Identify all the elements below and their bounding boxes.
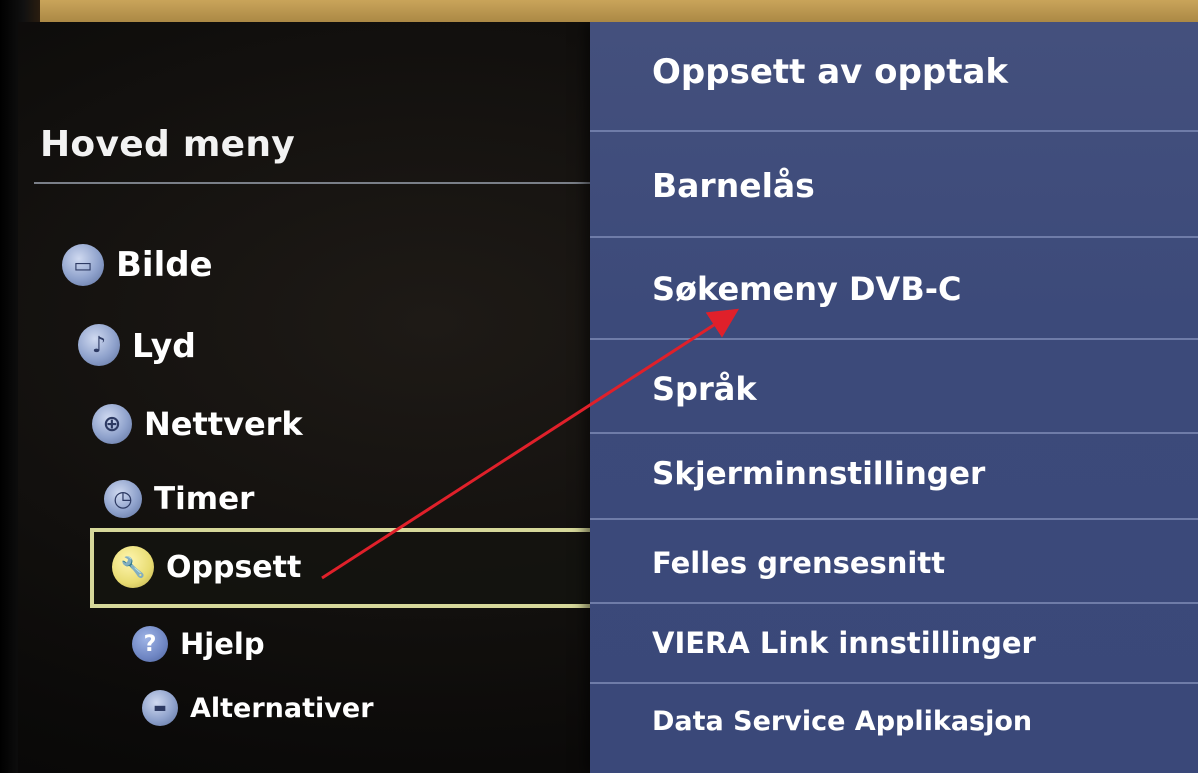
menu-item-bilde[interactable]: ▭ Bilde [62, 244, 213, 286]
submenu-item-barnelas[interactable]: Barnelås [590, 166, 1198, 205]
menu-item-label: Bilde [116, 245, 213, 285]
globe-icon: ⊕ [92, 404, 132, 444]
menu-item-hjelp[interactable]: ? Hjelp [132, 626, 265, 662]
submenu-divider [590, 236, 1198, 238]
menu-item-alternativer[interactable]: ▬ Alternativer [142, 690, 374, 726]
submenu-item-sprak[interactable]: Språk [590, 370, 1198, 408]
menu-item-label: Lyd [132, 325, 196, 365]
tv-icon: ▭ [62, 244, 104, 286]
main-menu-panel: Hoved meny ▭ Bilde ♪ Lyd ⊕ Nettverk ◷ Ti… [18, 22, 604, 773]
title-divider [34, 182, 594, 184]
main-menu-title: Hoved meny [40, 124, 296, 165]
menu-item-label: Hjelp [180, 627, 265, 661]
submenu-divider [590, 338, 1198, 340]
submenu-item-sokemeny-dvb-c[interactable]: Søkemeny DVB-C [590, 270, 1198, 308]
submenu-item-data-service[interactable]: Data Service Applikasjon [590, 706, 1198, 737]
menu-item-timer[interactable]: ◷ Timer [104, 480, 254, 518]
music-note-icon: ♪ [78, 324, 120, 366]
selected-menu-highlight[interactable]: 🔧 Oppsett [90, 528, 604, 608]
menu-item-lyd[interactable]: ♪ Lyd [78, 324, 196, 366]
submenu-item-skjerminnstillinger[interactable]: Skjerminnstillinger [590, 456, 1198, 492]
submenu-panel: Oppsett av opptak Barnelås Søkemeny DVB-… [590, 22, 1198, 773]
menu-item-nettverk[interactable]: ⊕ Nettverk [92, 404, 303, 444]
submenu-item-oppsett-av-opptak[interactable]: Oppsett av opptak [590, 52, 1198, 92]
options-icon: ▬ [142, 690, 178, 726]
help-icon: ? [132, 626, 168, 662]
clock-icon: ◷ [104, 480, 142, 518]
menu-item-label: Oppsett [166, 549, 302, 585]
submenu-divider [590, 602, 1198, 604]
submenu-divider [590, 682, 1198, 684]
wrench-icon: 🔧 [112, 546, 154, 588]
submenu-item-felles-grensesnitt[interactable]: Felles grensesnitt [590, 546, 1198, 580]
submenu-item-viera-link[interactable]: VIERA Link innstillinger [590, 626, 1198, 660]
menu-item-label: Alternativer [190, 692, 374, 724]
menu-item-label: Timer [154, 481, 255, 517]
menu-item-label: Nettverk [144, 405, 303, 443]
tv-screen: Hoved meny ▭ Bilde ♪ Lyd ⊕ Nettverk ◷ Ti… [18, 22, 1198, 773]
menu-item-oppsett[interactable]: 🔧 Oppsett [112, 546, 301, 588]
submenu-divider [590, 518, 1198, 520]
submenu-divider [590, 130, 1198, 132]
submenu-divider [590, 432, 1198, 434]
